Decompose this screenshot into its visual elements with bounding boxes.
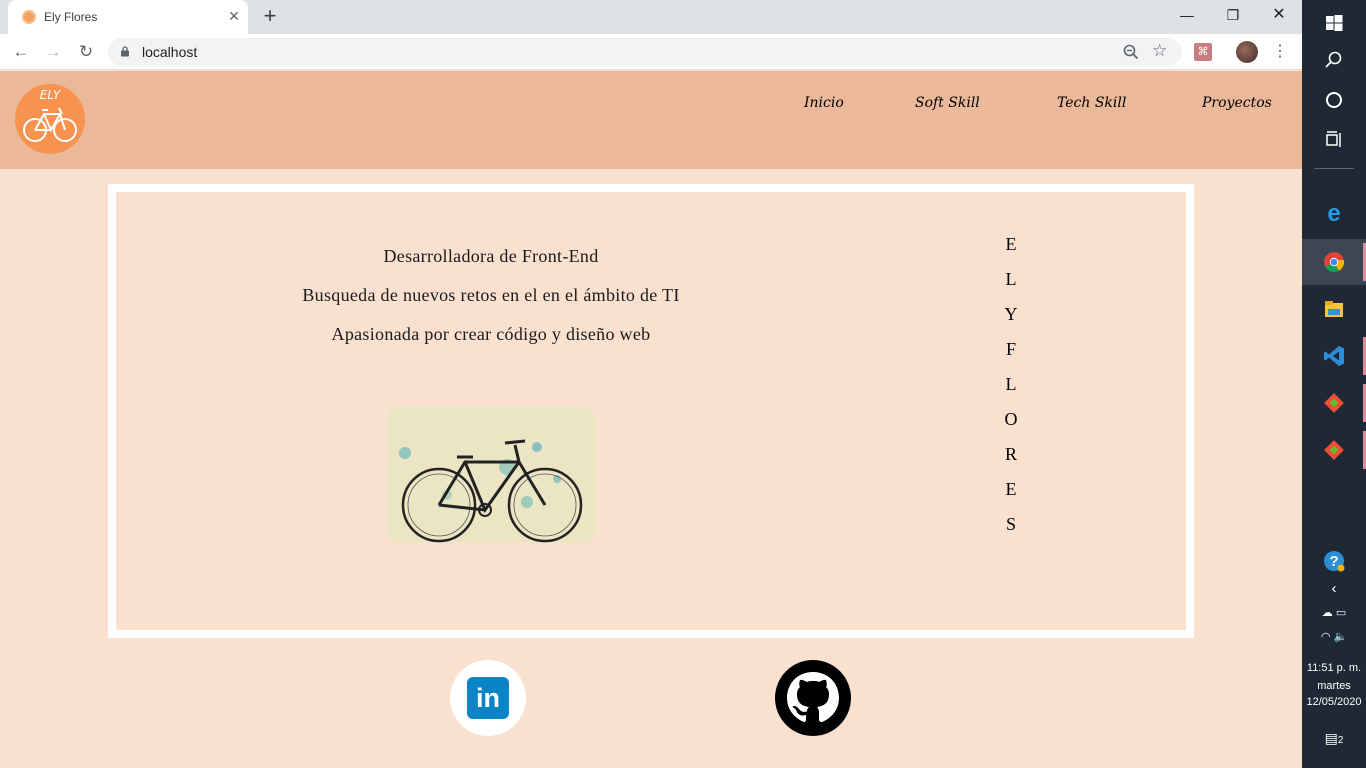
- linkedin-icon: in: [467, 677, 509, 719]
- favicon-icon: [22, 10, 36, 24]
- taskbar-git-1[interactable]: [1302, 380, 1366, 426]
- name-letter: Y: [1004, 304, 1018, 324]
- tagline-role: Desarrolladora de Front-End: [383, 246, 599, 266]
- taskbar-chrome[interactable]: [1302, 239, 1366, 285]
- back-arrow-icon[interactable]: ←: [9, 40, 33, 64]
- github-icon: [787, 672, 839, 722]
- tagline-passion: Apasionada por crear código y diseño web: [331, 324, 651, 344]
- file-explorer-icon: [1325, 301, 1343, 317]
- taskbar-git-2[interactable]: [1302, 427, 1366, 473]
- chrome-icon: [1324, 252, 1345, 273]
- nav-link-proyectos[interactable]: Proyectos: [1202, 95, 1272, 111]
- nav-link-tech-skill[interactable]: Tech Skill: [1057, 95, 1126, 111]
- edge-icon: e: [1327, 200, 1341, 227]
- name-letter: O: [1004, 409, 1018, 429]
- reload-icon[interactable]: ↻: [74, 40, 98, 64]
- bookmark-star-icon[interactable]: ☆: [1152, 41, 1167, 61]
- name-letter: L: [1005, 374, 1017, 394]
- onedrive-icon[interactable]: ☁ ▭: [1302, 606, 1366, 619]
- pdf-extension-icon[interactable]: ⌘: [1194, 43, 1212, 61]
- url-text: localhost: [142, 44, 198, 60]
- tab-close-icon[interactable]: ✕: [224, 6, 244, 26]
- site-header: ELY Inicio Soft Skill Tech Skill Proyect…: [0, 71, 1302, 169]
- action-center-notification-icon[interactable]: ▤2: [1302, 730, 1366, 747]
- name-letter: S: [1005, 514, 1016, 534]
- nav-link-soft-skill[interactable]: Soft Skill: [915, 95, 980, 111]
- minimize-button[interactable]: —: [1164, 0, 1210, 30]
- notification-count: 2: [1337, 735, 1344, 746]
- tagline-goals: Busqueda de nuevos retos en el en el ámb…: [302, 285, 680, 305]
- name-letter: F: [1005, 339, 1016, 359]
- name-letter: R: [1004, 444, 1017, 464]
- git-icon: [1324, 393, 1344, 413]
- git-icon: [1324, 440, 1344, 460]
- nav-link-inicio[interactable]: Inicio: [804, 95, 844, 111]
- zoom-icon[interactable]: [1122, 43, 1140, 61]
- windows-start-icon: [1326, 15, 1343, 31]
- taskbar-vscode[interactable]: [1302, 333, 1366, 379]
- menu-dots-icon[interactable]: ⋮: [1270, 41, 1290, 63]
- tab-title: Ely Flores: [44, 10, 98, 24]
- tab-strip: Ely Flores ✕ + — ❐ ✕: [0, 0, 1302, 34]
- browser-window: Ely Flores ✕ + — ❐ ✕ ← → ↻ localhost ☆ ⌘…: [0, 0, 1302, 768]
- search-icon: [1325, 51, 1342, 68]
- vscode-icon: [1324, 346, 1344, 366]
- svg-text:?: ?: [1329, 553, 1338, 570]
- name-letter: E: [1005, 234, 1017, 254]
- taskbar-help[interactable]: ?: [1302, 538, 1366, 584]
- browser-tab[interactable]: Ely Flores ✕: [8, 0, 248, 34]
- clock-day[interactable]: martes: [1302, 680, 1366, 692]
- task-view-icon: [1326, 131, 1341, 147]
- close-window-button[interactable]: ✕: [1256, 0, 1302, 30]
- name-letter: L: [1005, 269, 1017, 289]
- show-hidden-icons-chevron-icon[interactable]: ‹: [1302, 580, 1366, 597]
- taskbar-file-explorer[interactable]: [1302, 286, 1366, 332]
- name-letter: E: [1005, 479, 1017, 499]
- vertical-name: E L Y F L O R E S: [996, 234, 1026, 549]
- github-link[interactable]: [775, 660, 851, 736]
- network-volume-icon[interactable]: ◠ 🔈: [1302, 630, 1366, 643]
- linkedin-link[interactable]: in: [450, 660, 526, 736]
- browser-toolbar: ← → ↻ localhost ☆ ⌘ ⋮: [0, 34, 1302, 70]
- site-logo[interactable]: ELY: [15, 84, 85, 154]
- address-bar[interactable]: localhost ☆: [108, 38, 1182, 66]
- profile-avatar[interactable]: [1236, 41, 1258, 63]
- forward-arrow-icon[interactable]: →: [41, 40, 65, 64]
- web-page: ELY Inicio Soft Skill Tech Skill Proyect…: [0, 71, 1302, 768]
- help-icon: ?: [1324, 551, 1345, 572]
- lock-icon: [121, 46, 129, 57]
- clock-date[interactable]: 12/05/2020: [1302, 696, 1366, 708]
- clock-time[interactable]: 11:51 p. m.: [1302, 662, 1366, 674]
- cortana-icon: [1326, 92, 1342, 108]
- new-tab-button[interactable]: +: [258, 5, 282, 29]
- about-card: Desarrolladora de Front-End Busqueda de …: [108, 184, 1194, 638]
- bicycle-logo-icon: [23, 107, 77, 142]
- windows-taskbar: e ? ‹ ☁ ▭ ◠ 🔈 11:51 p. m. martes 12/05/2…: [1302, 0, 1366, 768]
- maximize-button[interactable]: ❐: [1210, 0, 1256, 30]
- bicycle-image: [387, 407, 595, 543]
- task-view-button[interactable]: [1302, 117, 1366, 163]
- taskbar-edge[interactable]: e: [1302, 191, 1366, 237]
- taskbar-divider: [1314, 168, 1354, 169]
